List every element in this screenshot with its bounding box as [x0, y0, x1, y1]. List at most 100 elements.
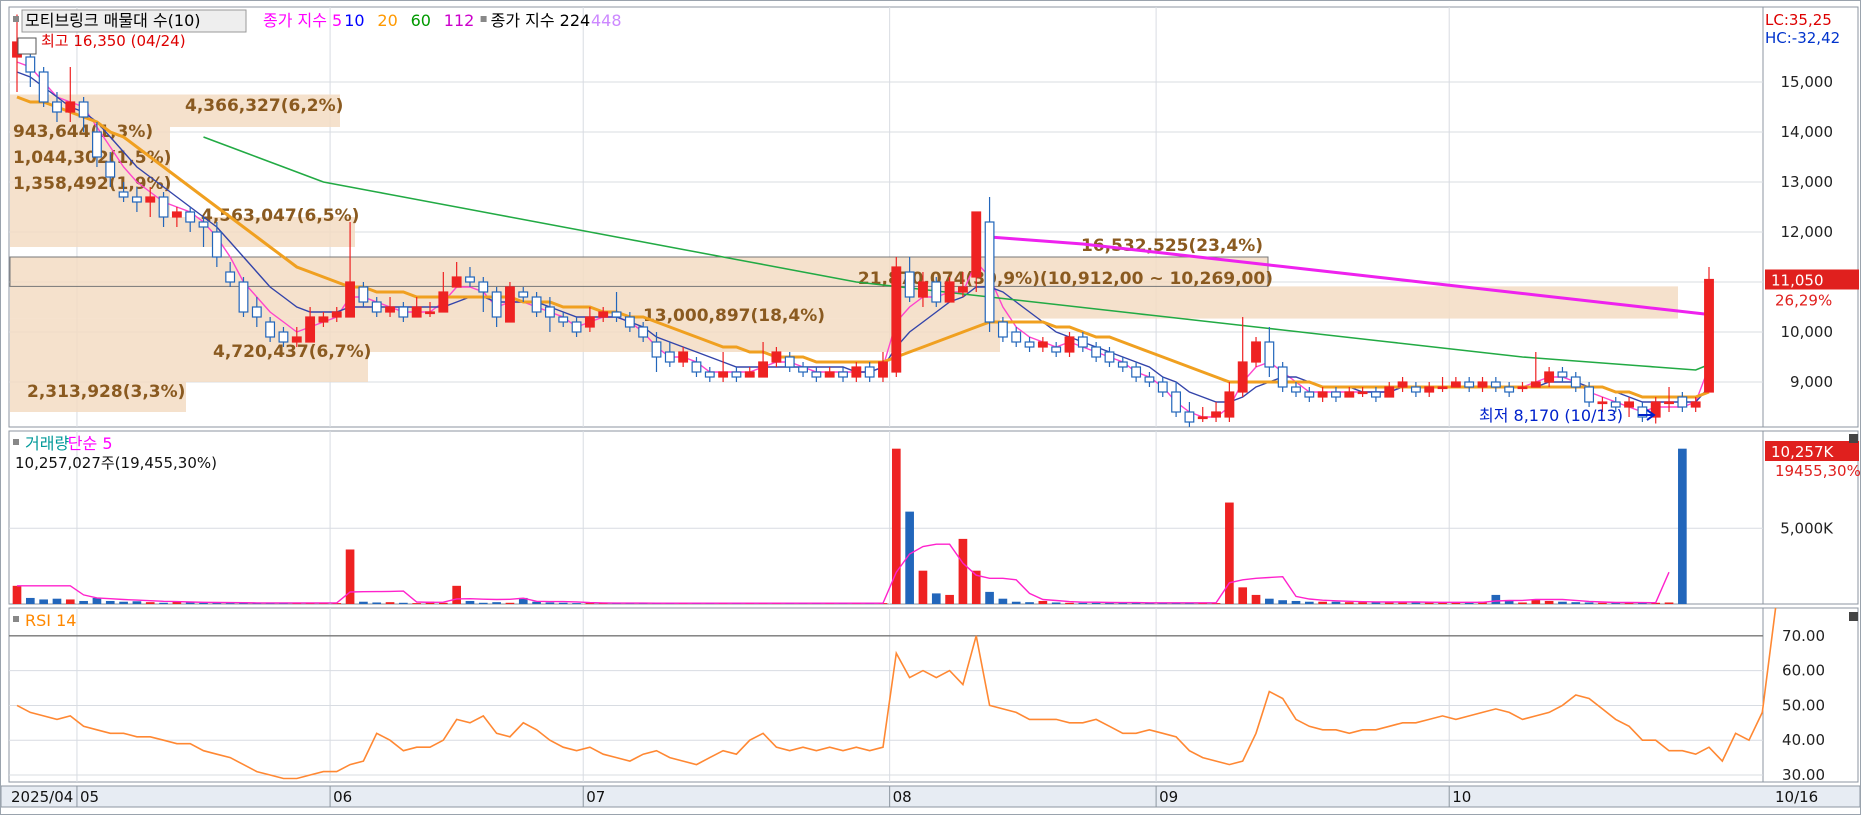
legend-marker [13, 16, 19, 22]
candle-body [984, 221, 995, 323]
volume-bar [1038, 600, 1048, 604]
volume-bar [1584, 602, 1594, 604]
candle-body [1224, 391, 1235, 418]
candle-body [25, 56, 36, 73]
candle-body [731, 371, 742, 378]
candle-body [318, 316, 329, 323]
volume-bar [492, 602, 501, 604]
last-price-value: 11,050 [1771, 272, 1824, 290]
rsi-tick-label: 70.00 [1782, 627, 1825, 645]
candle-body [1384, 386, 1395, 398]
volume-bar [478, 602, 488, 604]
volume-bar [65, 599, 75, 604]
volume-bar [439, 602, 448, 604]
volume-bar [452, 585, 461, 604]
candle-body [624, 316, 635, 328]
hc-label: HC:-32,42 [1765, 29, 1840, 47]
volume-bar [1291, 600, 1301, 604]
candle-body [1410, 386, 1421, 393]
volume-bar [998, 598, 1008, 604]
candle-body [918, 281, 928, 298]
volume-bar [1558, 601, 1567, 604]
candle-body [118, 191, 129, 198]
candle-body [1331, 391, 1341, 398]
volume-bar [532, 601, 541, 604]
volume-bar [25, 597, 35, 604]
chart-canvas[interactable]: 9,00010,00011,00012,00013,00014,00015,00… [1, 1, 1860, 814]
volume-bar [399, 602, 408, 604]
candle-body [451, 276, 462, 288]
volume-bar [1358, 602, 1367, 604]
volume-bar [119, 601, 128, 604]
candle-body [131, 196, 142, 203]
candle-body [1344, 391, 1355, 398]
volume-bar [79, 600, 88, 604]
volume-bar [1025, 602, 1034, 604]
x-axis-label: 05 [80, 788, 99, 806]
candle-body [864, 366, 875, 378]
candle-body [158, 196, 169, 218]
candle-body [1251, 341, 1261, 363]
volume-bar [1278, 600, 1287, 604]
candle-body [1304, 391, 1315, 398]
volume-bar [1344, 602, 1354, 604]
volume-bar [1544, 600, 1554, 604]
volume-info-label: 10,257,027주(19,455,30%) [15, 454, 217, 472]
candle-body [1064, 336, 1075, 353]
volume-bar [945, 594, 954, 604]
volume-bar [159, 602, 168, 604]
candle-body [1517, 386, 1528, 390]
candle-body [1237, 361, 1248, 393]
candle-body [571, 321, 582, 333]
candle-body [1184, 411, 1195, 423]
price-tick-label: 14,000 [1781, 123, 1834, 141]
x-axis-label: 07 [586, 788, 605, 806]
candle-body [811, 371, 822, 378]
candle-body [1197, 416, 1208, 420]
candle-body [38, 71, 49, 103]
candle-body [1011, 331, 1022, 343]
candle-body [1157, 381, 1168, 393]
candle-body [1024, 341, 1035, 348]
candle-body [1664, 401, 1674, 405]
price-legend-item: 60 [411, 11, 431, 30]
volume-bar [1238, 587, 1248, 604]
candle-body [1264, 341, 1275, 368]
volume-bar [1318, 601, 1327, 604]
candle-body [1117, 361, 1128, 368]
volume-bar [572, 603, 581, 604]
candle-body [52, 101, 62, 113]
volume-bar [1251, 594, 1261, 604]
candle-body [265, 321, 276, 338]
candle-body [291, 336, 302, 343]
last-volume-value: 10,257K [1771, 443, 1834, 461]
rsi-tick-label: 30.00 [1782, 766, 1825, 784]
candle-body [931, 281, 942, 303]
stock-chart-window: 9,00010,00011,00012,00013,00014,00015,00… [0, 0, 1861, 815]
candle-body [1291, 386, 1301, 393]
price-legend-item: 112 [444, 11, 475, 30]
candle-body [558, 316, 569, 323]
price-tick-label: 9,000 [1790, 373, 1833, 391]
candle-body [1624, 401, 1634, 408]
candle-body [465, 276, 475, 283]
volume-bar [132, 601, 142, 604]
volume-bar [1491, 594, 1501, 604]
candle-body [411, 306, 422, 318]
candle-body [1437, 386, 1448, 390]
candle-body [1357, 391, 1368, 395]
volume-bar [1078, 602, 1088, 604]
candle-body [678, 351, 689, 363]
candle-body [531, 296, 542, 313]
panel-close-icon [1849, 434, 1858, 443]
candle-body [1677, 396, 1688, 408]
volume-bar [1091, 602, 1101, 604]
volume-bar [1065, 602, 1074, 604]
volume-legend-item: 거래량 [25, 434, 69, 453]
volume-bar [1571, 602, 1581, 604]
rsi-tick-label: 40.00 [1782, 731, 1825, 749]
candle-body [278, 331, 289, 343]
volume-bar [372, 602, 382, 604]
last-volume-pct: 19455,30% [1775, 462, 1860, 480]
volume-tick-label: 5,000K [1780, 519, 1834, 537]
